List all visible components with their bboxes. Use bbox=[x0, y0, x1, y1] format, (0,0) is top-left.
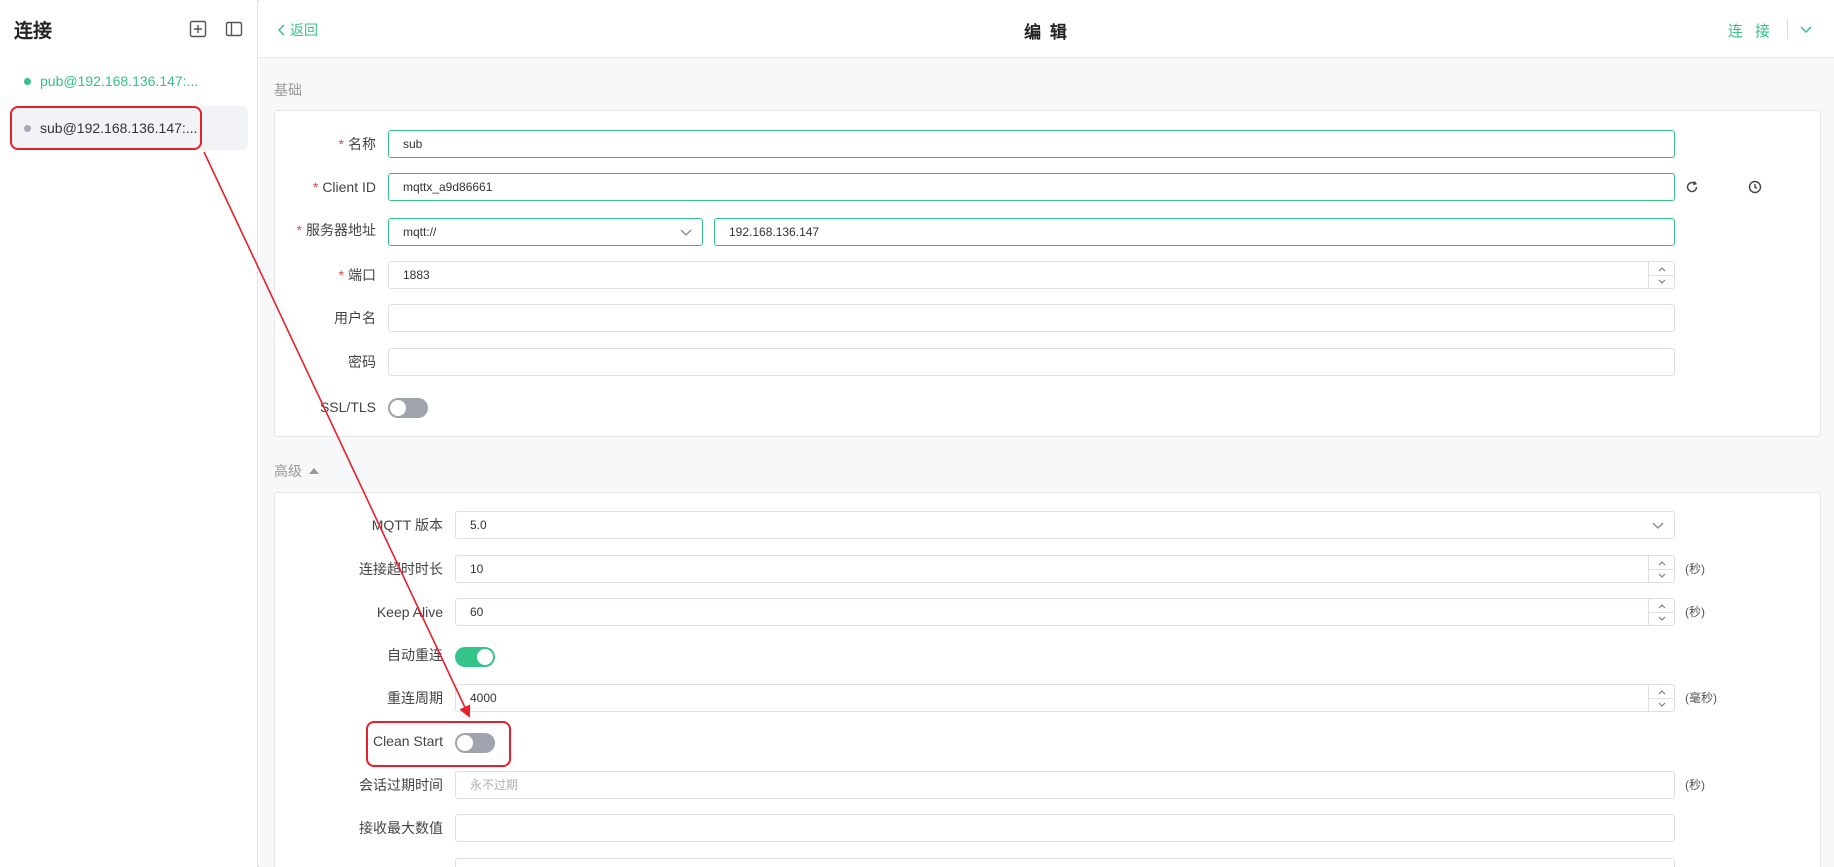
connection-label: pub@192.168.136.147:... bbox=[40, 73, 199, 89]
password-label: 密码 bbox=[348, 354, 376, 370]
mqtt-version-value: 5.0 bbox=[470, 518, 487, 532]
client-id-input[interactable]: mqttx_a9d86661 bbox=[388, 173, 1675, 201]
chevron-down-icon[interactable] bbox=[1798, 21, 1814, 37]
clock-icon[interactable] bbox=[1748, 180, 1762, 194]
port-input[interactable]: 1883 bbox=[388, 261, 1675, 289]
section-basic-label: 基础 bbox=[274, 82, 302, 98]
clean-start-label: Clean Start bbox=[372, 733, 443, 749]
top-bar: 返回 编 辑 连 接 bbox=[259, 0, 1834, 58]
ssl-label: SSL/TLS bbox=[319, 399, 376, 415]
connection-label: sub@192.168.136.147:... bbox=[40, 120, 198, 136]
session-expiry-label: 会话过期时间 bbox=[359, 777, 443, 793]
keep-alive-value: 60 bbox=[470, 605, 484, 619]
host-input[interactable]: 192.168.136.147 bbox=[714, 218, 1675, 246]
mqtt-version-select[interactable]: 5.0 bbox=[455, 511, 1675, 539]
reconnect-period-unit: (毫秒) bbox=[1685, 691, 1717, 705]
advanced-panel bbox=[274, 492, 1821, 867]
page-title: 编 辑 bbox=[1024, 23, 1069, 42]
username-input[interactable] bbox=[388, 304, 1675, 332]
reconnect-period-label: 重连周期 bbox=[387, 690, 443, 706]
mqtt-version-label: MQTT 版本 bbox=[371, 517, 443, 533]
receive-max-label: 接收最大数值 bbox=[359, 820, 443, 836]
connect-timeout-label: 连接超时时长 bbox=[359, 561, 443, 577]
sidebar: 连接 pub@192.168.136.147:... sub@192.168.1… bbox=[0, 0, 258, 867]
session-expiry-unit: (秒) bbox=[1685, 778, 1705, 792]
connect-timeout-unit: (秒) bbox=[1685, 562, 1705, 576]
port-label: * 端口 bbox=[338, 267, 376, 283]
reconnect-period-stepper[interactable] bbox=[1648, 685, 1674, 711]
port-stepper[interactable] bbox=[1648, 262, 1674, 288]
section-advanced-title[interactable]: 高级 bbox=[274, 461, 320, 481]
chevron-up-icon[interactable] bbox=[1658, 266, 1666, 272]
username-label: 用户名 bbox=[334, 310, 376, 326]
caret-up-icon bbox=[309, 468, 319, 474]
client-id-label: * Client ID bbox=[312, 179, 376, 195]
sidebar-title: 连接 bbox=[14, 20, 53, 42]
reconnect-period-value: 4000 bbox=[470, 691, 497, 705]
receive-max-input[interactable] bbox=[455, 814, 1675, 842]
divider bbox=[1787, 19, 1788, 39]
chevron-down-icon[interactable] bbox=[1658, 616, 1666, 622]
connect-timeout-input[interactable]: 10 bbox=[455, 555, 1675, 583]
chevron-down-icon bbox=[680, 229, 692, 236]
name-input[interactable]: sub bbox=[388, 130, 1675, 158]
new-connection-icon[interactable] bbox=[188, 19, 208, 39]
toggle-sidebar-icon[interactable] bbox=[224, 19, 244, 39]
auto-reconnect-label: 自动重连 bbox=[387, 647, 443, 663]
protocol-value: mqtt:// bbox=[403, 225, 437, 239]
connect-button[interactable]: 连 接 bbox=[1728, 20, 1774, 41]
chevron-up-icon[interactable] bbox=[1658, 603, 1666, 609]
next-field-input[interactable] bbox=[455, 858, 1675, 867]
keep-alive-input[interactable]: 60 bbox=[455, 598, 1675, 626]
name-label: * 名称 bbox=[338, 136, 376, 152]
keep-alive-unit: (秒) bbox=[1685, 605, 1705, 619]
chevron-up-icon[interactable] bbox=[1658, 560, 1666, 566]
reconnect-period-input[interactable]: 4000 bbox=[455, 684, 1675, 712]
protocol-select[interactable]: mqtt:// bbox=[388, 218, 703, 246]
keep-alive-stepper[interactable] bbox=[1648, 599, 1674, 625]
session-expiry-input[interactable]: 永不过期 bbox=[455, 771, 1675, 799]
password-input[interactable] bbox=[388, 348, 1675, 376]
chevron-up-icon[interactable] bbox=[1658, 689, 1666, 695]
section-advanced-label: 高级 bbox=[274, 463, 302, 479]
status-dot-connected bbox=[24, 77, 31, 85]
connection-item-sub[interactable]: sub@192.168.136.147:... bbox=[12, 106, 248, 150]
port-value: 1883 bbox=[403, 268, 430, 282]
auto-reconnect-toggle[interactable] bbox=[455, 647, 495, 667]
status-dot-disconnected bbox=[24, 124, 31, 132]
ssl-toggle[interactable] bbox=[388, 398, 428, 418]
connection-item-pub[interactable]: pub@192.168.136.147:... bbox=[12, 59, 248, 103]
chevron-down-icon[interactable] bbox=[1658, 573, 1666, 579]
clean-start-toggle[interactable] bbox=[455, 733, 495, 753]
section-basic-title: 基础 bbox=[274, 80, 302, 100]
server-label: * 服务器地址 bbox=[296, 222, 376, 238]
main-area: 返回 编 辑 连 接 基础 * 名称 sub * Client ID mqttx_a… bbox=[259, 0, 1834, 867]
sidebar-header: 连接 bbox=[14, 14, 244, 44]
keep-alive-label: Keep Alive bbox=[376, 604, 443, 620]
refresh-icon[interactable] bbox=[1685, 180, 1699, 194]
chevron-down-icon[interactable] bbox=[1658, 279, 1666, 285]
connect-timeout-stepper[interactable] bbox=[1648, 556, 1674, 582]
connect-timeout-value: 10 bbox=[470, 562, 484, 576]
chevron-down-icon bbox=[1652, 522, 1664, 529]
chevron-down-icon[interactable] bbox=[1658, 702, 1666, 708]
